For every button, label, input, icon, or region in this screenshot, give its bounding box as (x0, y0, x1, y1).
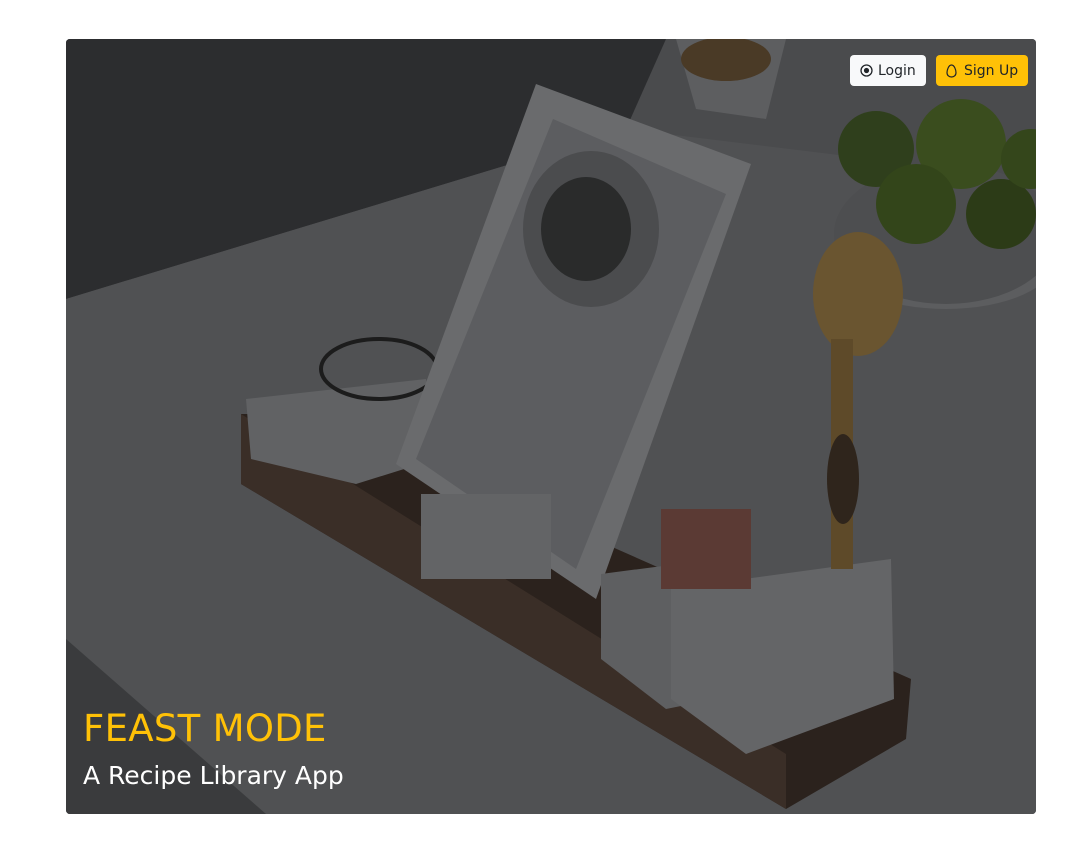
login-button[interactable]: Login (850, 55, 926, 86)
egg-icon (946, 64, 959, 78)
app-title: FEAST MODE (83, 707, 327, 750)
signup-button[interactable]: Sign Up (936, 55, 1029, 86)
signup-label: Sign Up (964, 62, 1019, 79)
app-subtitle: A Recipe Library App (83, 761, 344, 790)
record-circle-icon (860, 64, 873, 77)
hero-background-image (66, 39, 1036, 814)
login-label: Login (878, 62, 916, 79)
hero-banner: Login Sign Up FEAST MODE A Recipe Librar… (66, 39, 1036, 814)
